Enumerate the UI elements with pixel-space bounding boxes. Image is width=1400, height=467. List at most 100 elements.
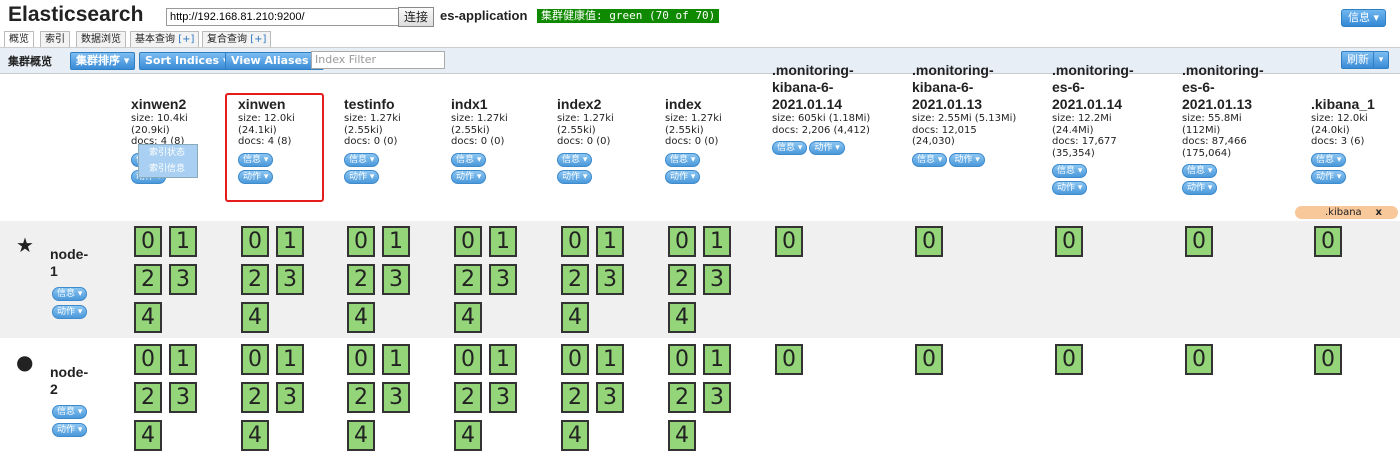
- shard-box[interactable]: 1: [489, 344, 517, 375]
- shard-box[interactable]: 2: [668, 382, 696, 413]
- index-action-button[interactable]: 动作 ▾: [949, 152, 985, 167]
- shard-box[interactable]: 0: [347, 226, 375, 257]
- index-info-button[interactable]: 信息 ▾: [1311, 152, 1347, 167]
- shard-box[interactable]: 3: [703, 264, 731, 295]
- shard-box[interactable]: 4: [241, 302, 269, 333]
- index-info-button[interactable]: 信息 ▾: [1052, 164, 1088, 178]
- shard-box[interactable]: 2: [347, 382, 375, 413]
- index-info-button[interactable]: 信息 ▾: [665, 152, 701, 167]
- shard-box[interactable]: 0: [915, 344, 943, 375]
- index-action-button[interactable]: 动作 ▾: [1052, 181, 1088, 195]
- shard-box[interactable]: 0: [561, 226, 589, 257]
- shard-box[interactable]: 2: [134, 264, 162, 295]
- index-status-menu-item[interactable]: 索引状态: [139, 145, 197, 161]
- node-action-pill[interactable]: 动作 ▾: [52, 423, 88, 437]
- shard-box[interactable]: 3: [169, 382, 197, 413]
- index-action-button[interactable]: 动作 ▾: [1182, 181, 1218, 195]
- shard-box[interactable]: 0: [915, 226, 943, 257]
- info-menu-button[interactable]: 信息 ▾: [1340, 9, 1386, 27]
- shard-box[interactable]: 2: [241, 264, 269, 295]
- shard-box[interactable]: 4: [241, 420, 269, 451]
- shard-box[interactable]: 0: [1055, 226, 1083, 257]
- shard-box[interactable]: 2: [561, 264, 589, 295]
- index-info-button[interactable]: 信息 ▾: [912, 152, 948, 167]
- shard-box[interactable]: 0: [775, 226, 803, 257]
- shard-box[interactable]: 0: [775, 344, 803, 375]
- tab-data-browser[interactable]: 数据浏览: [76, 31, 126, 48]
- shard-box[interactable]: 0: [454, 344, 482, 375]
- shard-box[interactable]: 3: [489, 264, 517, 295]
- shard-box[interactable]: 2: [454, 382, 482, 413]
- sort-indices-button[interactable]: Sort Indices ▾: [139, 52, 235, 70]
- tab-compound-query[interactable]: 复合查询 [+]: [202, 31, 272, 48]
- shard-box[interactable]: 4: [134, 420, 162, 451]
- index-info-button[interactable]: 信息 ▾: [451, 152, 487, 167]
- tab-basic-query[interactable]: 基本查询 [+]: [130, 31, 200, 48]
- shard-box[interactable]: 0: [454, 226, 482, 257]
- node-action-button[interactable]: 动作 ▾: [52, 299, 89, 319]
- shard-box[interactable]: 2: [668, 264, 696, 295]
- shard-box[interactable]: 2: [561, 382, 589, 413]
- index-action-button[interactable]: 动作 ▾: [344, 169, 380, 184]
- shard-box[interactable]: 0: [1314, 226, 1342, 257]
- node-action-button[interactable]: 动作 ▾: [52, 417, 89, 437]
- sort-cluster-button[interactable]: 集群排序 ▾: [70, 52, 136, 70]
- index-filter-input[interactable]: Index Filter: [311, 51, 445, 69]
- shard-box[interactable]: 4: [561, 420, 589, 451]
- shard-box[interactable]: 1: [169, 344, 197, 375]
- index-info-button[interactable]: 信息 ▾: [557, 152, 593, 167]
- shard-box[interactable]: 4: [347, 302, 375, 333]
- view-aliases-button[interactable]: View Aliases ▾: [225, 52, 324, 70]
- shard-box[interactable]: 0: [1055, 344, 1083, 375]
- index-info-button[interactable]: 信息 ▾: [772, 141, 808, 155]
- shard-box[interactable]: 2: [347, 264, 375, 295]
- index-action-button[interactable]: 动作 ▾: [1311, 169, 1347, 184]
- shard-box[interactable]: 1: [382, 226, 410, 257]
- index-action-button[interactable]: 动作 ▾: [557, 169, 593, 184]
- index-action-button[interactable]: 动作 ▾: [451, 169, 487, 184]
- node-info-button[interactable]: 信息 ▾: [52, 281, 89, 301]
- shard-box[interactable]: 1: [169, 226, 197, 257]
- shard-box[interactable]: 4: [347, 420, 375, 451]
- index-action-button[interactable]: 动作 ▾: [809, 141, 845, 155]
- cluster-url-input[interactable]: [166, 8, 402, 26]
- shard-box[interactable]: 2: [134, 382, 162, 413]
- shard-box[interactable]: 3: [596, 264, 624, 295]
- shard-box[interactable]: 4: [668, 420, 696, 451]
- node-action-pill[interactable]: 动作 ▾: [52, 305, 88, 319]
- shard-box[interactable]: 0: [561, 344, 589, 375]
- shard-box[interactable]: 1: [596, 226, 624, 257]
- shard-box[interactable]: 2: [454, 264, 482, 295]
- shard-box[interactable]: 4: [454, 302, 482, 333]
- shard-box[interactable]: 1: [703, 344, 731, 375]
- shard-box[interactable]: 3: [169, 264, 197, 295]
- shard-box[interactable]: 3: [489, 382, 517, 413]
- close-icon[interactable]: x: [1376, 206, 1382, 219]
- shard-box[interactable]: 0: [241, 226, 269, 257]
- shard-box[interactable]: 0: [668, 344, 696, 375]
- shard-box[interactable]: 4: [454, 420, 482, 451]
- shard-box[interactable]: 3: [703, 382, 731, 413]
- refresh-button[interactable]: 刷新: [1341, 51, 1375, 69]
- node-info-button[interactable]: 信息 ▾: [52, 399, 89, 419]
- shard-box[interactable]: 3: [382, 264, 410, 295]
- shard-box[interactable]: 4: [134, 302, 162, 333]
- shard-box[interactable]: 1: [382, 344, 410, 375]
- shard-box[interactable]: 1: [489, 226, 517, 257]
- shard-box[interactable]: 0: [1185, 226, 1213, 257]
- shard-box[interactable]: 0: [1314, 344, 1342, 375]
- index-info-button[interactable]: 信息 ▾: [344, 152, 380, 167]
- shard-box[interactable]: 0: [241, 344, 269, 375]
- shard-box[interactable]: 0: [1185, 344, 1213, 375]
- shard-box[interactable]: 1: [596, 344, 624, 375]
- shard-box[interactable]: 2: [241, 382, 269, 413]
- tab-indices[interactable]: 索引: [40, 31, 70, 48]
- shard-box[interactable]: 3: [596, 382, 624, 413]
- connect-button[interactable]: 连接: [398, 7, 435, 27]
- shard-box[interactable]: 4: [561, 302, 589, 333]
- shard-box[interactable]: 0: [668, 226, 696, 257]
- shard-box[interactable]: 1: [703, 226, 731, 257]
- shard-box[interactable]: 0: [134, 344, 162, 375]
- shard-box[interactable]: 1: [276, 226, 304, 257]
- index-action-button[interactable]: 动作 ▾: [665, 169, 701, 184]
